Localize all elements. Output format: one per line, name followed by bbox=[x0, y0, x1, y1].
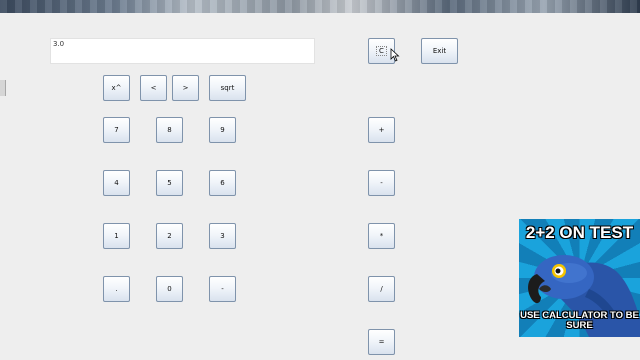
digit-4-label: 4 bbox=[114, 179, 119, 187]
window-edge-handle bbox=[0, 80, 6, 96]
digit-9-label: 9 bbox=[220, 126, 225, 134]
cursor-left-button-label: < bbox=[150, 84, 157, 92]
window-titlebar bbox=[0, 0, 640, 13]
multiply-label: * bbox=[379, 232, 384, 240]
display-value: 3.0 bbox=[53, 40, 65, 48]
divide-button[interactable]: / bbox=[368, 276, 395, 302]
digit-8-button[interactable]: 8 bbox=[156, 117, 183, 143]
cursor-right-button-label: > bbox=[182, 84, 189, 92]
digit-6-label: 6 bbox=[220, 179, 225, 187]
negate-label: - bbox=[221, 285, 224, 293]
cursor-left-button[interactable]: < bbox=[140, 75, 167, 101]
multiply-button[interactable]: * bbox=[368, 223, 395, 249]
exit-button-label: Exit bbox=[432, 47, 447, 55]
digit-7-button[interactable]: 7 bbox=[103, 117, 130, 143]
digit-1-button[interactable]: 1 bbox=[103, 223, 130, 249]
negate-button[interactable]: - bbox=[209, 276, 236, 302]
decimal-button[interactable]: . bbox=[103, 276, 130, 302]
digit-8-label: 8 bbox=[167, 126, 172, 134]
digit-5-label: 5 bbox=[167, 179, 172, 187]
exit-button[interactable]: Exit bbox=[421, 38, 458, 64]
digit-5-button[interactable]: 5 bbox=[156, 170, 183, 196]
equals-label: = bbox=[378, 338, 385, 346]
mouse-pointer-icon bbox=[390, 48, 400, 62]
digit-3-label: 3 bbox=[220, 232, 225, 240]
clear-button-label: C bbox=[376, 46, 387, 56]
digit-9-button[interactable]: 9 bbox=[209, 117, 236, 143]
calculator-display: 3.0 bbox=[50, 38, 315, 64]
power-button[interactable]: x^ bbox=[103, 75, 130, 101]
minus-button[interactable]: - bbox=[368, 170, 395, 196]
digit-6-button[interactable]: 6 bbox=[209, 170, 236, 196]
digit-0-button[interactable]: 0 bbox=[156, 276, 183, 302]
cursor-right-button[interactable]: > bbox=[172, 75, 199, 101]
sqrt-button-label: sqrt bbox=[220, 84, 235, 92]
minus-label: - bbox=[380, 179, 383, 187]
sqrt-button[interactable]: sqrt bbox=[209, 75, 246, 101]
plus-label: + bbox=[378, 126, 385, 134]
meme-image: 2+2 ON TEST USE CALCULATOR TO BE SURE bbox=[519, 219, 640, 337]
digit-7-label: 7 bbox=[114, 126, 119, 134]
decimal-label: . bbox=[115, 285, 118, 293]
equals-button[interactable]: = bbox=[368, 329, 395, 355]
divide-label: / bbox=[380, 285, 383, 293]
digit-2-button[interactable]: 2 bbox=[156, 223, 183, 249]
meme-bottom-text: USE CALCULATOR TO BE SURE bbox=[520, 310, 639, 331]
digit-0-label: 0 bbox=[167, 285, 172, 293]
plus-button[interactable]: + bbox=[368, 117, 395, 143]
digit-4-button[interactable]: 4 bbox=[103, 170, 130, 196]
digit-1-label: 1 bbox=[114, 232, 119, 240]
power-button-label: x^ bbox=[111, 84, 122, 92]
meme-top-text: 2+2 ON TEST bbox=[525, 223, 634, 242]
digit-2-label: 2 bbox=[167, 232, 172, 240]
digit-3-button[interactable]: 3 bbox=[209, 223, 236, 249]
